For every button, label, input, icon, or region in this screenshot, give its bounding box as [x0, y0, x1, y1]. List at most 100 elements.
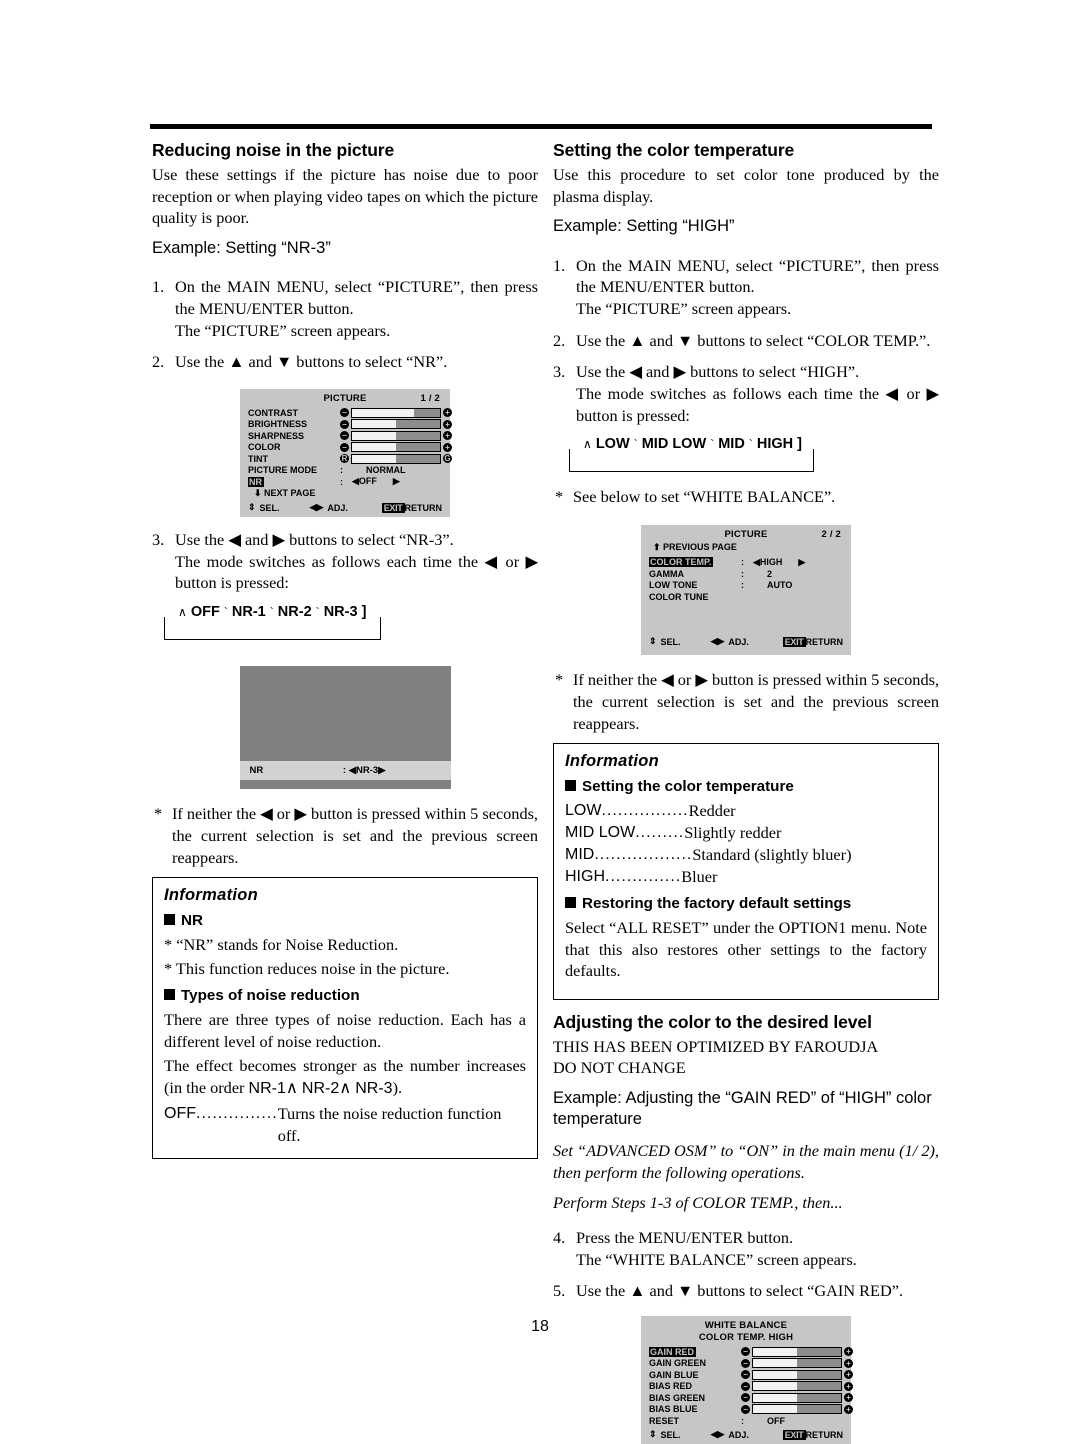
- slider-decrease-icon[interactable]: −: [741, 1393, 750, 1403]
- osd-exit-button[interactable]: EXIT: [782, 1429, 806, 1440]
- osd-slider[interactable]: − +: [340, 419, 452, 430]
- right-timeout-text: If neither the ◀ or ▶ button is pressed …: [573, 670, 939, 733]
- osd-row[interactable]: TINT R G: [248, 453, 452, 465]
- osd-slider[interactable]: − +: [741, 1358, 853, 1369]
- osd-row[interactable]: COLOR − +: [248, 442, 452, 454]
- osd-row[interactable]: BIAS BLUE − +: [649, 1403, 853, 1415]
- osd-slider[interactable]: − +: [340, 407, 452, 418]
- osd-next-page-row[interactable]: ⬇ NEXT PAGE: [240, 488, 450, 500]
- right-arrow-icon[interactable]: ▶: [782, 557, 805, 567]
- slider-increase-icon[interactable]: +: [443, 431, 452, 441]
- slider-track[interactable]: [351, 407, 441, 418]
- osd-exit-group[interactable]: EXIT RETURN: [782, 1429, 844, 1440]
- osd-slider[interactable]: − +: [741, 1404, 853, 1415]
- osd-picture-menu-page1[interactable]: PICTURE 1 / 2 CONTRAST − + BRIGHTNESS − + SHAR…: [240, 389, 452, 518]
- osd-row[interactable]: GAIN BLUE − +: [649, 1369, 853, 1381]
- right-arrow-icon[interactable]: ▶: [377, 476, 400, 486]
- slider-track[interactable]: [752, 1392, 842, 1403]
- slider-track[interactable]: [351, 453, 441, 464]
- osd-exit-group[interactable]: EXIT RETURN: [381, 502, 442, 513]
- left-arrow-icon[interactable]: ◀: [349, 765, 356, 776]
- osd-row-label: COLOR TEMP.: [649, 557, 714, 568]
- slider-decrease-icon[interactable]: −: [340, 442, 349, 452]
- slider-track[interactable]: [752, 1369, 842, 1380]
- osd-picture-menu-page2[interactable]: PICTURE 2 / 2 ⬆ PREVIOUS PAGE COLOR TEMP…: [641, 525, 851, 656]
- osd-row[interactable]: COLOR TEMP.: ◀HIGH ▶: [649, 557, 843, 569]
- leftright-icon: ◀▶: [710, 1429, 725, 1440]
- osd-row[interactable]: COLOR TUNE: [649, 591, 843, 603]
- slider-decrease-icon[interactable]: −: [741, 1381, 750, 1391]
- osd-return-label: RETURN: [805, 1429, 844, 1440]
- osd-row-adjust-group[interactable]: ◀HIGH ▶: [753, 557, 805, 568]
- osd-slider[interactable]: − +: [741, 1381, 853, 1392]
- osd-adj-label: ADJ.: [327, 502, 348, 513]
- osd-slider[interactable]: − +: [741, 1346, 853, 1357]
- definition-row: MID LOW......... Slightly redder: [565, 822, 927, 844]
- slider-increase-icon[interactable]: +: [443, 442, 452, 452]
- osd-row[interactable]: GAMMA: 2: [649, 568, 843, 580]
- left-step-2: 2. Use the ▲ and ▼ buttons to select “NR…: [152, 351, 538, 373]
- slider-decrease-icon[interactable]: −: [340, 431, 349, 441]
- osd-exit-group[interactable]: EXIT RETURN: [782, 636, 843, 647]
- right-arrow-icon[interactable]: ▶: [378, 765, 385, 776]
- info-left-p2-text: This function reduces noise in the pictu…: [175, 958, 450, 978]
- slider-decrease-icon[interactable]: −: [741, 1370, 750, 1380]
- osd-row[interactable]: BIAS GREEN − +: [649, 1392, 853, 1404]
- osd-previous-page-row[interactable]: ⬆ PREVIOUS PAGE: [641, 540, 851, 554]
- left-arrow-icon[interactable]: ◀: [753, 557, 760, 567]
- osd-slider[interactable]: − +: [741, 1369, 853, 1380]
- asterisk-marker: *: [164, 958, 173, 978]
- slider-increase-icon[interactable]: +: [844, 1370, 853, 1380]
- slider-decrease-icon[interactable]: R: [340, 454, 349, 464]
- left-arrow-icon[interactable]: ◀: [352, 476, 359, 486]
- slider-track[interactable]: [351, 419, 441, 430]
- slider-track[interactable]: [752, 1346, 842, 1357]
- slider-increase-icon[interactable]: +: [844, 1381, 853, 1391]
- osd-row[interactable]: GAIN RED − +: [649, 1346, 853, 1358]
- slider-increase-icon[interactable]: +: [844, 1404, 853, 1414]
- osd-slider[interactable]: − +: [741, 1392, 853, 1403]
- cycle-sep-0: `: [223, 605, 228, 620]
- slider-decrease-icon[interactable]: −: [741, 1347, 750, 1357]
- slider-increase-icon[interactable]: +: [443, 408, 452, 418]
- cycle-sep-2: `: [748, 437, 753, 452]
- osd-row-label-wrap: COLOR TEMP.: [649, 557, 741, 568]
- osd-row[interactable]: GAIN GREEN − +: [649, 1357, 853, 1369]
- osd-row[interactable]: SHARPNESS − +: [248, 430, 452, 442]
- asterisk-marker: *: [154, 804, 163, 824]
- osd-exit-button[interactable]: EXIT: [782, 636, 806, 647]
- osd-row-label-wrap: GAIN BLUE: [649, 1370, 741, 1380]
- slider-increase-icon[interactable]: +: [844, 1347, 853, 1357]
- osd-row[interactable]: NR: ◀OFF ▶: [248, 476, 442, 488]
- slider-track[interactable]: [752, 1404, 842, 1415]
- osd-row-label-wrap: PICTURE MODE: [248, 465, 340, 475]
- slider-track[interactable]: [752, 1358, 842, 1369]
- osd-slider[interactable]: RG: [340, 453, 452, 464]
- osd-row-adjust-group[interactable]: ◀OFF ▶: [352, 476, 400, 487]
- osd-row[interactable]: LOW TONE: AUTO: [649, 580, 843, 592]
- osd-row[interactable]: BRIGHTNESS − +: [248, 419, 452, 431]
- slider-track[interactable]: [351, 442, 441, 453]
- osd-row-label-wrap: GAIN RED: [649, 1346, 741, 1357]
- slider-decrease-icon[interactable]: −: [340, 419, 349, 429]
- slider-track[interactable]: [752, 1381, 842, 1392]
- osd-row[interactable]: BIAS RED − +: [649, 1380, 853, 1392]
- info-left-p3: There are three types of noise reduction…: [164, 1010, 526, 1051]
- slider-decrease-icon[interactable]: −: [340, 408, 349, 418]
- osd-slider[interactable]: − +: [340, 430, 452, 441]
- definition-value: Redder: [688, 801, 736, 821]
- slider-decrease-icon[interactable]: −: [741, 1404, 750, 1414]
- right-intro-paragraph: Use this procedure to set color tone pro…: [553, 165, 939, 206]
- slider-increase-icon[interactable]: +: [844, 1358, 853, 1368]
- slider-increase-icon[interactable]: G: [443, 454, 452, 464]
- slider-increase-icon[interactable]: +: [844, 1393, 853, 1403]
- osd-sel-label: SEL.: [660, 1429, 681, 1440]
- osd-row[interactable]: CONTRAST − +: [248, 407, 452, 419]
- osd-row[interactable]: RESET: OFF: [649, 1415, 843, 1427]
- osd-exit-button[interactable]: EXIT: [381, 502, 405, 513]
- osd-row[interactable]: PICTURE MODE: NORMAL: [248, 465, 442, 477]
- slider-track[interactable]: [351, 430, 441, 441]
- osd-slider[interactable]: − +: [340, 442, 452, 453]
- slider-decrease-icon[interactable]: −: [741, 1358, 750, 1368]
- slider-increase-icon[interactable]: +: [443, 419, 452, 429]
